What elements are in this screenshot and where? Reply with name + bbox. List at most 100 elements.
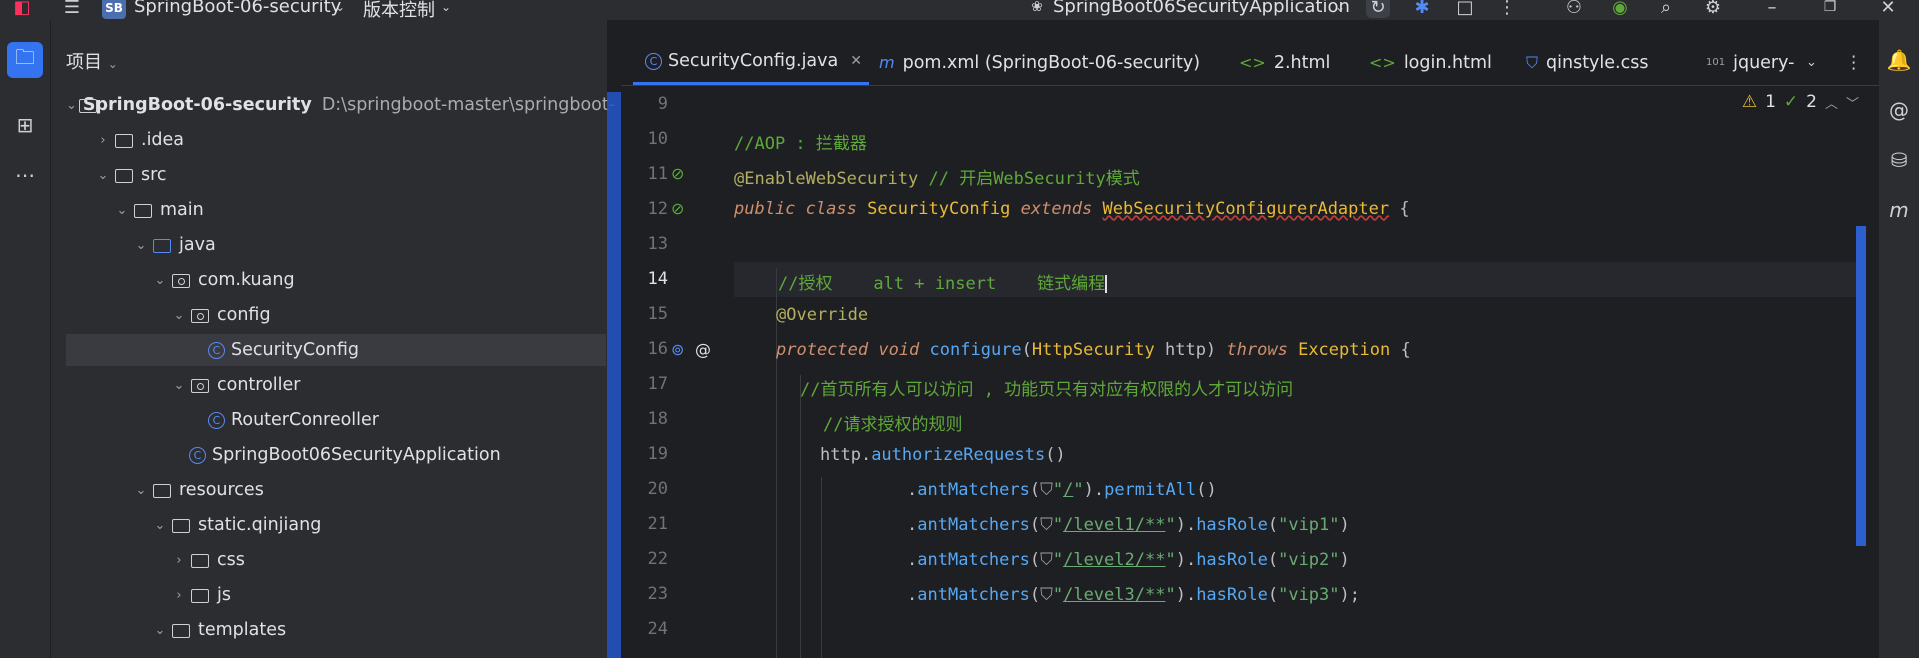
tab-login-html[interactable]: <> login.html bbox=[1369, 40, 1492, 85]
run-config-selector[interactable]: SpringBoot06SecurityApplication bbox=[1053, 0, 1350, 17]
tree-item[interactable]: ⌄ config bbox=[66, 299, 606, 331]
line-number[interactable]: 10 bbox=[620, 129, 668, 149]
tree-item[interactable]: › css bbox=[66, 544, 606, 576]
tabs-dropdown-icon[interactable]: ⌄ bbox=[1806, 40, 1817, 85]
annotation-marker-icon[interactable]: @ bbox=[695, 340, 711, 359]
line-number[interactable]: 21 bbox=[620, 514, 668, 534]
restore-icon[interactable]: ❐ bbox=[1818, 0, 1842, 18]
code-line-19[interactable]: http.authorizeRequests() bbox=[820, 445, 1066, 465]
tree-item[interactable]: C RouterConreoller bbox=[66, 404, 606, 436]
tree-item[interactable]: ⌄ src bbox=[66, 159, 606, 191]
chevron-down-icon[interactable]: ⌄ bbox=[112, 203, 132, 218]
chevron-down-icon[interactable]: ⌄ bbox=[66, 98, 77, 113]
line-number[interactable]: 18 bbox=[620, 409, 668, 429]
notifications-bell-icon[interactable]: 🔔 bbox=[1881, 42, 1917, 78]
code-line-17[interactable]: //首页所有人可以访问 , 功能页只有对应有权限的人才可以访问 bbox=[800, 375, 1293, 400]
chevron-down-icon[interactable]: ⌄ bbox=[328, 0, 352, 18]
close-tab-icon[interactable]: ✕ bbox=[850, 53, 862, 69]
bean-icon[interactable]: ⊘ bbox=[671, 199, 684, 218]
tree-item[interactable]: ⌄ java bbox=[66, 229, 606, 261]
tree-item[interactable]: ⌄ resources bbox=[66, 474, 606, 506]
code-line-12[interactable]: public class SecurityConfig extends WebS… bbox=[734, 199, 1410, 219]
code-line-11[interactable]: @EnableWebSecurity // 开启WebSecurity模式 bbox=[734, 164, 1140, 189]
tab-security-config[interactable]: C SecurityConfig.java ✕ bbox=[633, 40, 869, 85]
tree-item[interactable]: ⌄ SpringBoot-06-security D:\springboot-mas… bbox=[66, 89, 615, 121]
panel-splitter[interactable] bbox=[607, 92, 621, 658]
tree-item[interactable]: ⌄ com.kuang bbox=[66, 264, 606, 296]
project-badge[interactable]: SB bbox=[102, 0, 126, 19]
tree-item[interactable]: › .idea bbox=[66, 124, 606, 156]
line-number[interactable]: 9 bbox=[620, 94, 668, 114]
main-menu-icon[interactable]: ☰ bbox=[60, 0, 84, 18]
tree-item[interactable]: ⌄ controller bbox=[66, 369, 606, 401]
intellij-logo-icon[interactable]: ◧ bbox=[10, 0, 34, 18]
more-tools-icon[interactable]: ⋯ bbox=[7, 157, 43, 193]
line-number[interactable]: 22 bbox=[620, 549, 668, 569]
bean-icon[interactable]: ⊘ bbox=[671, 164, 684, 183]
code-line-20[interactable]: .antMatchers(⛉"/").permitAll() bbox=[907, 480, 1217, 500]
tree-item[interactable]: ⌄ main bbox=[66, 194, 606, 226]
previous-highlight-icon[interactable]: ︿ bbox=[1825, 93, 1838, 112]
search-icon[interactable]: ⌕ bbox=[1654, 0, 1678, 18]
line-number[interactable]: 15 bbox=[620, 304, 668, 324]
chevron-right-icon[interactable]: › bbox=[169, 588, 189, 603]
code-line-14[interactable]: //授权 alt + insert 链式编程 bbox=[778, 269, 1108, 294]
tab-qinstyle-css[interactable]: ⛉ qinstyle.css bbox=[1526, 40, 1648, 85]
code-line-18[interactable]: //请求授权的规则 bbox=[823, 410, 962, 435]
ai-spiral-icon[interactable]: @ bbox=[1881, 92, 1917, 128]
line-number[interactable]: 24 bbox=[620, 619, 668, 639]
next-highlight-icon[interactable]: ﹀ bbox=[1846, 93, 1859, 112]
line-number[interactable]: 13 bbox=[620, 234, 668, 254]
project-tool-icon[interactable]: 🗀 bbox=[7, 42, 43, 78]
chevron-down-icon[interactable]: ⌄ bbox=[1328, 0, 1352, 18]
chevron-down-icon[interactable]: ⌄ bbox=[131, 483, 151, 498]
editor-scrollbar-thumb[interactable] bbox=[1856, 226, 1866, 546]
stop-icon[interactable]: □ bbox=[1453, 0, 1477, 18]
rerun-icon[interactable]: ↻ bbox=[1366, 0, 1390, 18]
tree-item[interactable]: ⌄ static.qinjiang bbox=[66, 509, 606, 541]
add-user-icon[interactable]: ⚇ bbox=[1562, 0, 1586, 18]
chevron-right-icon[interactable]: › bbox=[169, 553, 189, 568]
line-number[interactable]: 12 bbox=[620, 199, 668, 219]
code-line-23[interactable]: .antMatchers(⛉"/level3/**").hasRole("vip… bbox=[907, 585, 1360, 605]
chevron-down-icon[interactable]: ⌄ bbox=[150, 623, 170, 638]
chevron-down-icon[interactable]: ⌄ bbox=[169, 378, 189, 393]
debug-icon[interactable]: ✱ bbox=[1410, 0, 1434, 18]
tree-item[interactable]: › js bbox=[66, 579, 606, 611]
code-line-10[interactable]: //AOP : 拦截器 bbox=[734, 129, 867, 154]
line-number[interactable]: 16 bbox=[620, 339, 668, 359]
tab-2-html[interactable]: <> 2.html bbox=[1239, 40, 1330, 85]
database-icon[interactable]: ⛁ bbox=[1881, 142, 1917, 178]
maven-tool-icon[interactable]: m bbox=[1881, 192, 1917, 228]
override-method-icon[interactable]: ⊚ bbox=[671, 340, 684, 359]
inspection-widget[interactable]: ⚠ 1 ✓ 2 ︿ ﹀ bbox=[1742, 92, 1859, 112]
line-number[interactable]: 23 bbox=[620, 584, 668, 604]
project-switcher[interactable]: SpringBoot-06-security bbox=[134, 0, 341, 17]
chevron-down-icon[interactable]: ⌄ bbox=[169, 308, 189, 323]
structure-tool-icon[interactable]: ⊞ bbox=[7, 107, 43, 143]
tree-item[interactable]: C SpringBoot06SecurityApplication bbox=[66, 439, 606, 471]
line-number[interactable]: 14 bbox=[620, 269, 668, 289]
tab-jquery[interactable]: 101 jquery- bbox=[1706, 40, 1794, 85]
project-panel-header[interactable]: 项目 ⌄ bbox=[66, 48, 118, 74]
close-window-icon[interactable]: ✕ bbox=[1876, 0, 1900, 18]
tab-pom-xml[interactable]: m pom.xml (SpringBoot-06-security) bbox=[879, 40, 1200, 85]
more-actions-icon[interactable]: ⋮ bbox=[1495, 0, 1519, 18]
minimize-icon[interactable]: – bbox=[1760, 0, 1784, 18]
settings-gear-icon[interactable]: ⚙ bbox=[1701, 0, 1725, 18]
tree-item[interactable]: C SecurityConfig bbox=[66, 334, 606, 366]
code-line-16[interactable]: protected void configure(HttpSecurity ht… bbox=[776, 340, 1411, 360]
code-line-22[interactable]: .antMatchers(⛉"/level2/**").hasRole("vip… bbox=[907, 550, 1350, 570]
line-number[interactable]: 20 bbox=[620, 479, 668, 499]
chevron-down-icon[interactable]: ⌄ bbox=[93, 168, 113, 183]
line-number[interactable]: 11 bbox=[620, 164, 668, 184]
chevron-down-icon[interactable]: ⌄ bbox=[150, 273, 170, 288]
tree-item[interactable]: ⌄ templates bbox=[66, 614, 606, 646]
chevron-down-icon[interactable]: ⌄ bbox=[150, 518, 170, 533]
line-number[interactable]: 17 bbox=[620, 374, 668, 394]
code-line-15[interactable]: @Override bbox=[776, 305, 868, 325]
chevron-down-icon[interactable]: ⌄ bbox=[434, 0, 458, 18]
code-line-21[interactable]: .antMatchers(⛉"/level1/**").hasRole("vip… bbox=[907, 515, 1350, 535]
ai-assistant-icon[interactable]: ◉ bbox=[1608, 0, 1632, 18]
line-number[interactable]: 19 bbox=[620, 444, 668, 464]
